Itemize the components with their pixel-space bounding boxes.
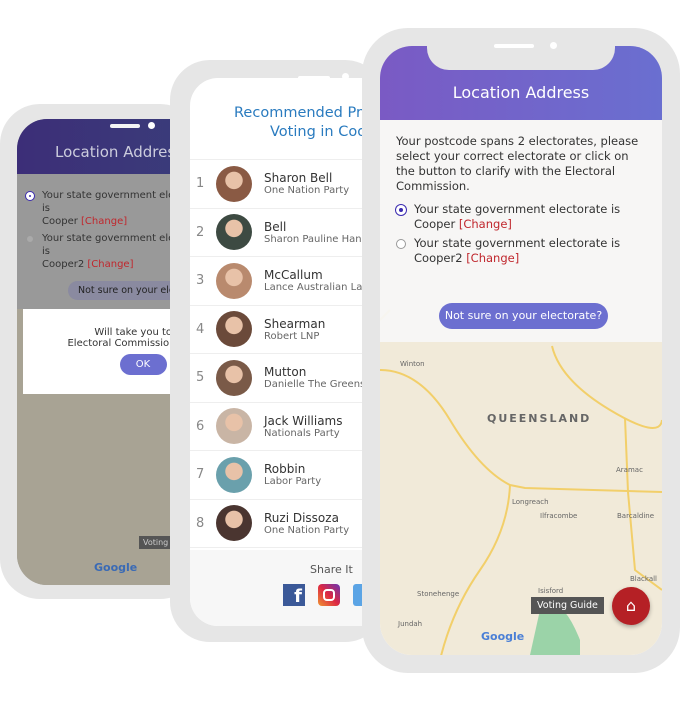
intro-text: Your postcode spans 2 electorates, pleas… xyxy=(396,134,639,193)
radio[interactable] xyxy=(26,192,34,200)
middle-phone: Recommended Preferences Voting in Cooper… xyxy=(170,60,390,642)
candidate-row[interactable]: 3 McCallum Lance Australian Labor xyxy=(190,257,390,306)
place-label: Aramac xyxy=(616,466,643,474)
rank: 4 xyxy=(196,321,205,337)
place-label: Stonehenge xyxy=(417,590,460,598)
not-sure-button[interactable]: Not sure on your electorate? xyxy=(439,303,608,329)
candidate-party: One Nation Party xyxy=(264,185,350,197)
radio-selected[interactable] xyxy=(396,205,406,215)
candidate-name: Mutton xyxy=(264,365,307,380)
option-cooper[interactable]: Your state government electorate is Coope… xyxy=(396,202,650,232)
rank: 5 xyxy=(196,370,205,386)
avatar xyxy=(216,165,252,202)
candidate-row[interactable]: 8 Ruzi Dissoza One Nation Party xyxy=(190,500,390,548)
candidate-name: Jack Williams xyxy=(264,413,343,428)
change-link[interactable]: [Change] xyxy=(459,217,512,231)
share-label: Share It xyxy=(310,563,353,576)
place-label: Barcaldine xyxy=(617,512,655,520)
candidate-party: Nationals Party xyxy=(264,427,340,439)
candidate-row[interactable]: 6 Jack Williams Nationals Party xyxy=(190,403,390,451)
ok-button[interactable]: OK xyxy=(119,354,167,375)
place-label: Jundah xyxy=(398,620,423,628)
avatar xyxy=(216,311,252,348)
candidate-name: Shearman xyxy=(264,316,326,331)
candidate-party: Labor Party xyxy=(264,476,322,488)
rank: 2 xyxy=(196,224,205,240)
middle-phone-screen: Recommended Preferences Voting in Cooper… xyxy=(190,78,390,626)
google-logo: Google xyxy=(94,561,138,574)
place-label: Isisford xyxy=(538,587,564,595)
avatar xyxy=(216,505,252,542)
rank: 6 xyxy=(196,418,205,434)
avatar xyxy=(216,408,252,445)
voting-guide-button[interactable]: ⌂ xyxy=(612,587,650,625)
facebook-icon[interactable]: f xyxy=(283,584,305,607)
google-logo: Google xyxy=(481,630,525,643)
avatar xyxy=(216,262,252,299)
front-phone-screen: Location Address Winton Aramac Longreach… xyxy=(380,46,662,655)
instagram-icon[interactable] xyxy=(318,584,340,606)
option-cooper2[interactable]: Your state government electorate is Coope… xyxy=(396,236,650,266)
avatar xyxy=(216,359,252,396)
candidate-row[interactable]: 1 Sharon Bell One Nation Party xyxy=(190,160,390,209)
front-phone: Location Address Winton Aramac Longreach… xyxy=(362,28,680,673)
place-label: Blackall xyxy=(630,575,657,583)
rank: 7 xyxy=(196,467,205,483)
candidate-party: Danielle The Greens xyxy=(264,379,366,391)
electorate-panel: Your postcode spans 2 electorates, pleas… xyxy=(380,120,662,342)
candidate-row[interactable]: 2 Bell Sharon Pauline Hanson xyxy=(190,209,390,257)
candidate-name: Sharon Bell xyxy=(264,171,333,186)
avatar xyxy=(216,456,252,493)
place-label: Ilfracombe xyxy=(540,512,578,520)
radio[interactable] xyxy=(26,235,34,243)
candidate-name: Robbin xyxy=(264,462,306,477)
radio[interactable] xyxy=(396,239,406,249)
candidate-list: 1 Sharon Bell One Nation Party 2 Bell Sharon … xyxy=(190,159,390,548)
avatar xyxy=(216,214,252,251)
candidate-party: One Nation Party xyxy=(264,524,350,536)
place-label: Winton xyxy=(400,360,425,368)
share-section: Share It f xyxy=(190,550,390,626)
candidate-name: Ruzi Dissoza xyxy=(264,510,339,525)
rank: 8 xyxy=(196,515,205,531)
candidate-row[interactable]: 4 Shearman Robert LNP xyxy=(190,306,390,354)
region-label: QUEENSLAND xyxy=(487,412,592,425)
place-label: Longreach xyxy=(512,498,549,506)
rank: 1 xyxy=(196,176,205,192)
candidate-party: Robert LNP xyxy=(264,330,320,342)
rank: 3 xyxy=(196,273,205,289)
voting-guide-label[interactable]: Voting Guide xyxy=(531,597,604,614)
candidate-row[interactable]: 5 Mutton Danielle The Greens xyxy=(190,354,390,403)
ballot-box-icon: ⌂ xyxy=(625,596,637,615)
change-link[interactable]: [Change] xyxy=(466,251,519,265)
candidate-row[interactable]: 7 Robbin Labor Party xyxy=(190,451,390,500)
